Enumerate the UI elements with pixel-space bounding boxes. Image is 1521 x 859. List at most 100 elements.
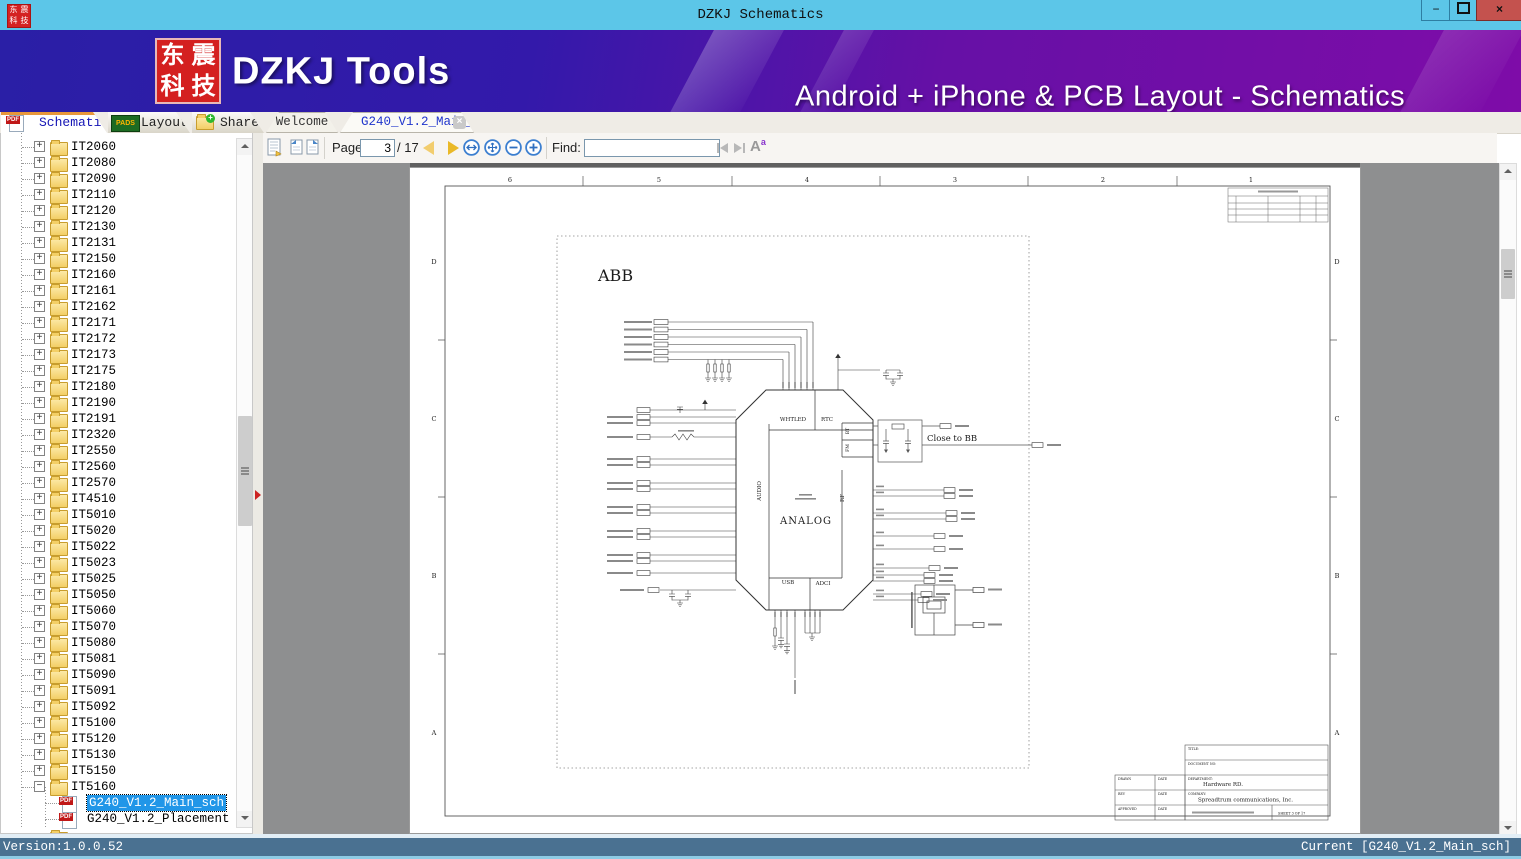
- tree-folder-IT2150[interactable]: + IT2150: [1, 251, 237, 268]
- tree-expander-icon[interactable]: +: [34, 141, 45, 152]
- tree-expander-icon[interactable]: +: [34, 557, 45, 568]
- tree-folder-IT2173[interactable]: + IT2173: [1, 347, 237, 364]
- tree-folder-IT2060[interactable]: + IT2060: [1, 139, 237, 156]
- tree-expander-icon[interactable]: +: [34, 285, 45, 296]
- splitter-collapse-icon[interactable]: [255, 490, 261, 500]
- copy-page-button[interactable]: [266, 138, 284, 158]
- tree-folder-IT2190[interactable]: + IT2190: [1, 395, 237, 412]
- tree-folder-IT2320[interactable]: + IT2320: [1, 427, 237, 444]
- tree-expander-icon[interactable]: +: [34, 733, 45, 744]
- minimize-button[interactable]: −: [1421, 0, 1451, 21]
- tree-expander-icon[interactable]: +: [34, 205, 45, 216]
- tree-expander-icon[interactable]: +: [34, 621, 45, 632]
- tree-folder-IT5080[interactable]: + IT5080: [1, 635, 237, 652]
- tree-expander-icon[interactable]: +: [34, 477, 45, 488]
- tab-welcome[interactable]: Welcome: [266, 112, 338, 133]
- tree-expander-icon[interactable]: +: [34, 685, 45, 696]
- tree-folder-IT5160[interactable]: − IT5160: [1, 779, 237, 796]
- tree-expander-icon[interactable]: +: [34, 461, 45, 472]
- tree-expander-icon[interactable]: +: [34, 333, 45, 344]
- tree-folder-IT5060[interactable]: + IT5060: [1, 603, 237, 620]
- tree-expander-icon[interactable]: −: [34, 781, 45, 792]
- next-view-page-button[interactable]: [304, 138, 322, 158]
- tree-expander-icon[interactable]: +: [34, 269, 45, 280]
- tree-expander-icon[interactable]: +: [34, 653, 45, 664]
- tree-folder-IT4510[interactable]: + IT4510: [1, 491, 237, 508]
- tree-expander-icon[interactable]: +: [34, 189, 45, 200]
- tree-expander-icon[interactable]: +: [34, 157, 45, 168]
- tree-expander-icon[interactable]: +: [34, 493, 45, 504]
- tree-folder-IT5081[interactable]: + IT5081: [1, 651, 237, 668]
- tree-scrollbar-thumb[interactable]: [238, 416, 252, 526]
- pdf-viewer[interactable]: 654321DDCCBBAA ABB WHTLED RTC BT FM RF A…: [263, 163, 1499, 838]
- tree-folder-IT5091[interactable]: + IT5091: [1, 683, 237, 700]
- tree-folder-IT2172[interactable]: + IT2172: [1, 331, 237, 348]
- tree-expander-icon[interactable]: +: [34, 605, 45, 616]
- tree-expander-icon[interactable]: +: [34, 541, 45, 552]
- tree-folder-IT2160[interactable]: + IT2160: [1, 267, 237, 284]
- tree-expander-icon[interactable]: +: [34, 301, 45, 312]
- tab-share[interactable]: + Share: [192, 112, 264, 133]
- find-next-icon[interactable]: [733, 142, 746, 154]
- tree-expander-icon[interactable]: +: [34, 509, 45, 520]
- scroll-up-arrow[interactable]: [237, 139, 252, 155]
- tree-folder-IT5092[interactable]: + IT5092: [1, 699, 237, 716]
- tree-folder-IT5070[interactable]: + IT5070: [1, 619, 237, 636]
- tree-expander-icon[interactable]: +: [34, 349, 45, 360]
- tab-close-icon[interactable]: ×: [453, 116, 466, 129]
- tree-folder-IT2162[interactable]: + IT2162: [1, 299, 237, 316]
- tab-document-active[interactable]: G240_V1.2_Main_sch ×: [340, 112, 474, 133]
- tree-expander-icon[interactable]: +: [34, 317, 45, 328]
- tree-folder-IT2180[interactable]: + IT2180: [1, 379, 237, 396]
- tree-folder-IT2110[interactable]: + IT2110: [1, 187, 237, 204]
- find-input[interactable]: [584, 139, 720, 157]
- tree-expander-icon[interactable]: +: [34, 445, 45, 456]
- match-case-icon[interactable]: Aa: [750, 137, 766, 155]
- tree-folder-IT5090[interactable]: + IT5090: [1, 667, 237, 684]
- tree-file-G240_V1.2_Placement[interactable]: PDF G240_V1.2_Placement: [1, 811, 237, 829]
- next-page-button[interactable]: [448, 141, 459, 155]
- tree-folder-IT5025[interactable]: + IT5025: [1, 571, 237, 588]
- tab-layout[interactable]: PADS Layout: [108, 112, 190, 133]
- viewer-scrollbar-thumb[interactable]: [1501, 249, 1515, 299]
- tree-expander-icon[interactable]: +: [34, 173, 45, 184]
- tree-expander-icon[interactable]: +: [34, 669, 45, 680]
- tree-folder-partial[interactable]: [1, 827, 237, 833]
- tree-folder-IT2120[interactable]: + IT2120: [1, 203, 237, 220]
- tree-folder-IT5150[interactable]: + IT5150: [1, 763, 237, 780]
- tree-folder-IT2130[interactable]: + IT2130: [1, 219, 237, 236]
- tree-expander-icon[interactable]: +: [34, 573, 45, 584]
- tree-folder-IT2175[interactable]: + IT2175: [1, 363, 237, 380]
- tree-expander-icon[interactable]: +: [34, 429, 45, 440]
- tree-folder-IT2080[interactable]: + IT2080: [1, 155, 237, 172]
- tree-file-G240_V1.2_Main_sch[interactable]: PDF G240_V1.2_Main_sch: [1, 794, 237, 813]
- tree-folder-IT2550[interactable]: + IT2550: [1, 443, 237, 460]
- panel-splitter[interactable]: [253, 133, 263, 834]
- tab-schematic[interactable]: PDF Schematic: [1, 112, 107, 133]
- page-number-input[interactable]: [360, 139, 395, 157]
- fit-width-button[interactable]: [463, 139, 480, 156]
- zoom-out-button[interactable]: [505, 139, 522, 156]
- scroll-down-arrow[interactable]: [237, 811, 252, 827]
- tree-expander-icon[interactable]: +: [34, 397, 45, 408]
- tree-folder-IT2090[interactable]: + IT2090: [1, 171, 237, 188]
- tree-folder-IT5023[interactable]: + IT5023: [1, 555, 237, 572]
- tree-folder-IT5100[interactable]: + IT5100: [1, 715, 237, 732]
- previous-page-button[interactable]: [423, 141, 434, 155]
- tree-expander-icon[interactable]: +: [34, 381, 45, 392]
- scroll-up-arrow[interactable]: [1500, 164, 1516, 180]
- tree-expander-icon[interactable]: +: [34, 221, 45, 232]
- tree-expander-icon[interactable]: +: [34, 237, 45, 248]
- tree-folder-IT2570[interactable]: + IT2570: [1, 475, 237, 492]
- tree-folder-IT2560[interactable]: + IT2560: [1, 459, 237, 476]
- fit-page-button[interactable]: [484, 139, 501, 156]
- tree-folder-IT5120[interactable]: + IT5120: [1, 731, 237, 748]
- tree-expander-icon[interactable]: +: [34, 413, 45, 424]
- zoom-in-button[interactable]: [525, 139, 542, 156]
- close-button[interactable]: ×: [1476, 0, 1521, 21]
- tree-folder-IT2161[interactable]: + IT2161: [1, 283, 237, 300]
- tree-expander-icon[interactable]: +: [34, 701, 45, 712]
- tree-expander-icon[interactable]: +: [34, 717, 45, 728]
- tree-expander-icon[interactable]: +: [34, 637, 45, 648]
- tree-expander-icon[interactable]: +: [34, 765, 45, 776]
